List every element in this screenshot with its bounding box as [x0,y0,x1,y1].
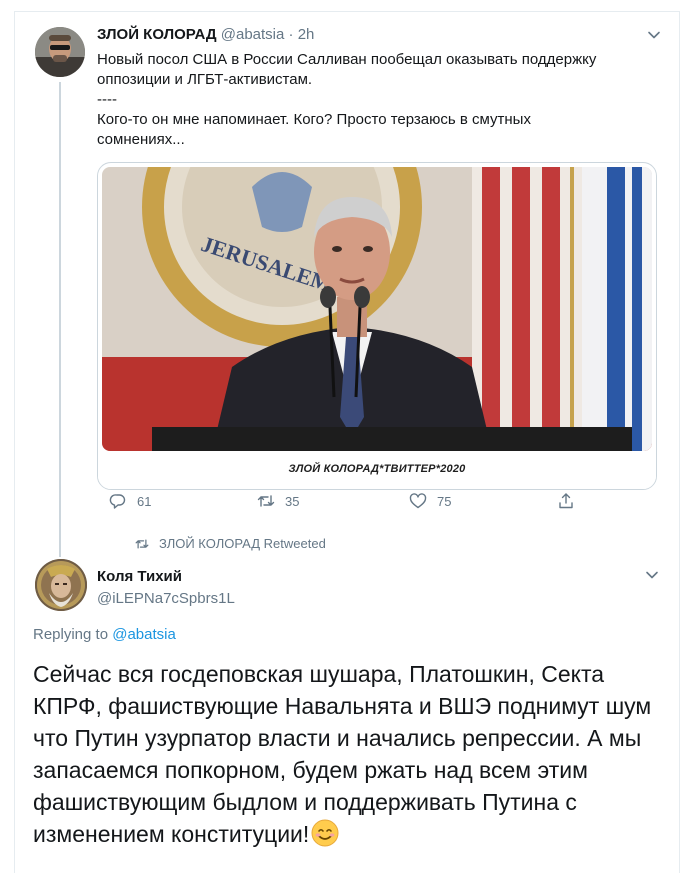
tweet-body: Сейчас вся госдеповская шушара, Платошки… [33,661,652,847]
tweet-header: ЗЛОЙ КОЛОРАД @abatsia · 2h [97,26,314,43]
retweet-icon [135,538,149,549]
tweet-text: Сейчас вся госдеповская шушара, Платошки… [33,658,673,850]
reply-count: 61 [137,493,152,509]
author-handle[interactable]: @iLEPNa7cSpbrs1L [97,590,235,607]
tweet-text: Новый посол США в России Салливан пообещ… [97,50,662,150]
share-button[interactable] [557,492,575,510]
tweet-photo[interactable]: JERUSALEM, IS [102,167,652,451]
author-name[interactable]: Коля Тихий [97,568,182,585]
chevron-down-icon[interactable] [645,568,659,582]
share-icon [559,493,573,509]
tweet-media[interactable]: JERUSALEM, IS ЗЛОЙ КОЛОРАД*ТВИТТЕР*2020 [97,162,657,490]
tweet-text-line: оппозиции и ЛГБТ-активистам. [97,71,313,88]
tweet-text-line: Новый посол США в России Салливан пообещ… [97,51,597,68]
avatar[interactable] [35,27,85,77]
author-name[interactable]: ЗЛОЙ КОЛОРАД [97,26,217,43]
avatar[interactable] [35,559,87,611]
tweet-actions: 61 35 75 [97,492,657,518]
retweet-icon [257,495,275,507]
replying-to: Replying to @abatsia [33,626,176,643]
replying-prefix: Replying to [33,626,113,643]
image-caption: ЗЛОЙ КОЛОРАД*ТВИТТЕР*2020 [288,463,466,475]
like-count: 75 [437,493,452,509]
retweet-count: 35 [285,493,300,509]
reply-button[interactable]: 61 [109,492,151,510]
retweet-banner-text: ЗЛОЙ КОЛОРАД Retweeted [159,536,326,551]
replying-to-link[interactable]: @abatsia [112,626,176,643]
author-handle[interactable]: @abatsia [221,26,285,43]
separator: · [284,26,298,43]
retweet-banner[interactable]: ЗЛОЙ КОЛОРАД Retweeted [135,536,326,551]
tweet-text-line: ---- [97,91,117,108]
smiling-face-emoji [311,819,339,847]
thread-line [59,82,61,557]
heart-icon [409,493,427,509]
chevron-down-icon[interactable] [647,28,661,42]
like-button[interactable]: 75 [409,492,451,510]
tweet-text-line: сомнениях... [97,131,185,148]
reply-icon [109,494,126,509]
tweet-text-line: Кого-то он мне напоминает. Кого? Просто … [97,111,531,128]
timestamp[interactable]: 2h [298,26,315,43]
timeline: ЗЛОЙ КОЛОРАД @abatsia · 2h Новый посол С… [14,11,680,873]
retweet-button[interactable]: 35 [257,492,299,510]
